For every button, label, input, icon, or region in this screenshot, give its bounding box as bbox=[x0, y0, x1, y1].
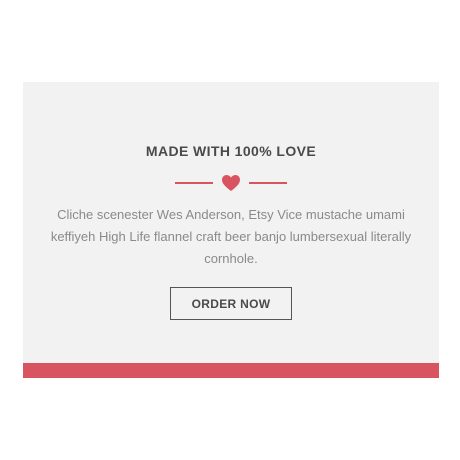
divider-line-left bbox=[175, 182, 213, 184]
order-now-button[interactable]: ORDER NOW bbox=[170, 287, 292, 320]
heart-icon bbox=[222, 175, 240, 191]
promo-card: MADE WITH 100% LOVE Cliche scenester Wes… bbox=[23, 82, 439, 378]
card-accent-bar bbox=[23, 363, 439, 378]
divider-line-right bbox=[249, 182, 287, 184]
card-title: MADE WITH 100% LOVE bbox=[145, 143, 317, 159]
heart-divider bbox=[23, 174, 439, 192]
card-description: Cliche scenester Wes Anderson, Etsy Vice… bbox=[50, 207, 412, 266]
